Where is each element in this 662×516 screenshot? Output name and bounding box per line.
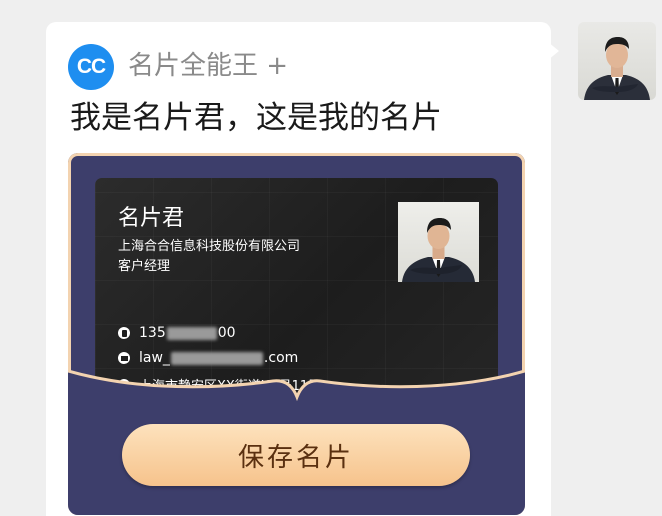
app-logo-icon: CC [68, 44, 114, 90]
card-holder-name: 名片君 [118, 206, 185, 231]
business-card-envelope[interactable]: 名片君 上海合合信息科技股份有限公司 客户经理 135 00 law_ .com… [68, 153, 525, 515]
app-logo-text: CC [76, 55, 106, 78]
card-job-title: 客户经理 [118, 259, 171, 274]
card-company: 上海合合信息科技股份有限公司 [118, 239, 301, 254]
message-bubble-tail [548, 42, 559, 60]
sender-avatar[interactable] [578, 22, 656, 100]
message-text: 我是名片君，这是我的名片 [70, 100, 442, 136]
phone-prefix: 135 [139, 325, 166, 341]
card-phone-row: 135 00 [118, 325, 236, 341]
app-name[interactable]: 名片全能王 + [128, 46, 288, 86]
businessman-photo [402, 218, 475, 282]
phone-icon [118, 327, 130, 339]
phone-suffix: 00 [217, 325, 236, 341]
save-card-button[interactable]: 保存名片 [122, 424, 470, 486]
card-photo [398, 202, 479, 282]
phone-redacted [166, 326, 217, 340]
businessman-avatar-image [584, 37, 650, 100]
